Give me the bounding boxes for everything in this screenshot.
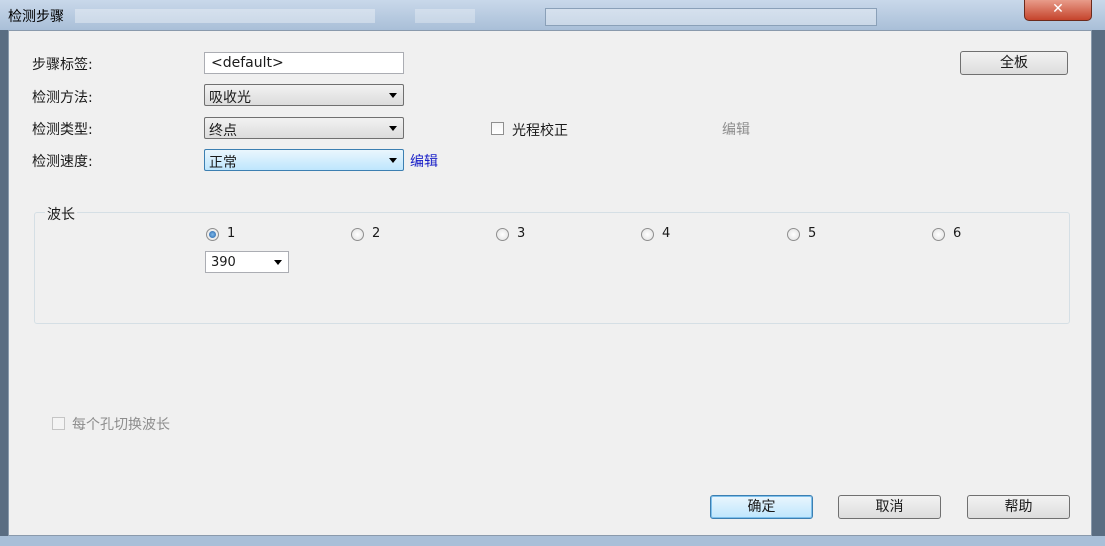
background-taskbar-strip <box>0 536 1105 546</box>
method-caption: 检测方法: <box>32 90 93 106</box>
wavelength-radio-label-4: 4 <box>662 226 671 241</box>
wavelength-radio-6[interactable] <box>932 228 945 241</box>
dialog-body: 步骤标签: <default> 全板 检测方法: 吸收光 检测类型: 终点 光程… <box>8 30 1092 536</box>
wavelength-radio-label-3: 3 <box>517 226 526 241</box>
chevron-down-icon <box>389 126 397 131</box>
wavelength-radio-4[interactable] <box>641 228 654 241</box>
step-label-caption: 步骤标签: <box>32 57 93 73</box>
wavelength-radio-label-1: 1 <box>227 226 236 241</box>
step-label-input[interactable]: <default> <box>204 52 404 74</box>
close-button[interactable]: ✕ <box>1024 0 1092 21</box>
title-bar: 检测步骤 ✕ <box>0 0 1105 30</box>
speed-caption: 检测速度: <box>32 154 93 170</box>
wavelength-value: 390 <box>211 255 236 270</box>
ok-button[interactable]: 确定 <box>710 495 813 519</box>
method-value: 吸收光 <box>209 90 251 106</box>
background-window-label <box>415 9 475 23</box>
method-select[interactable]: 吸收光 <box>204 84 404 106</box>
type-caption: 检测类型: <box>32 122 93 138</box>
chevron-down-icon <box>274 260 282 265</box>
help-button[interactable]: 帮助 <box>967 495 1070 519</box>
per-well-switch-checkbox[interactable] <box>52 417 65 430</box>
chevron-down-icon <box>389 93 397 98</box>
background-window-combo <box>545 8 877 26</box>
wavelength-radio-label-2: 2 <box>372 226 381 241</box>
pathcheck-checkbox[interactable] <box>491 122 504 135</box>
background-window-field <box>75 9 375 23</box>
speed-edit-link[interactable]: 编辑 <box>410 151 438 171</box>
wavelength-radio-3[interactable] <box>496 228 509 241</box>
speed-value: 正常 <box>209 155 237 171</box>
per-well-switch-label: 每个孔切换波长 <box>72 417 170 433</box>
wavelength-select[interactable]: 390 <box>205 251 289 273</box>
pathcheck-edit-disabled: 编辑 <box>722 122 750 138</box>
wavelength-radio-1[interactable] <box>206 228 219 241</box>
wavelength-radio-5[interactable] <box>787 228 800 241</box>
speed-select[interactable]: 正常 <box>204 149 404 171</box>
window-title: 检测步骤 <box>8 9 64 25</box>
wavelength-group: 波长 1 2 3 4 5 6 390 <box>34 204 1070 324</box>
wavelength-group-title: 波长 <box>45 204 77 224</box>
full-plate-button[interactable]: 全板 <box>960 51 1068 75</box>
type-value: 终点 <box>209 123 237 139</box>
wavelength-radio-label-6: 6 <box>953 226 962 241</box>
type-select[interactable]: 终点 <box>204 117 404 139</box>
wavelength-radio-2[interactable] <box>351 228 364 241</box>
chevron-down-icon <box>389 158 397 163</box>
wavelength-radio-label-5: 5 <box>808 226 817 241</box>
pathcheck-label: 光程校正 <box>512 123 568 139</box>
cancel-button[interactable]: 取消 <box>838 495 941 519</box>
